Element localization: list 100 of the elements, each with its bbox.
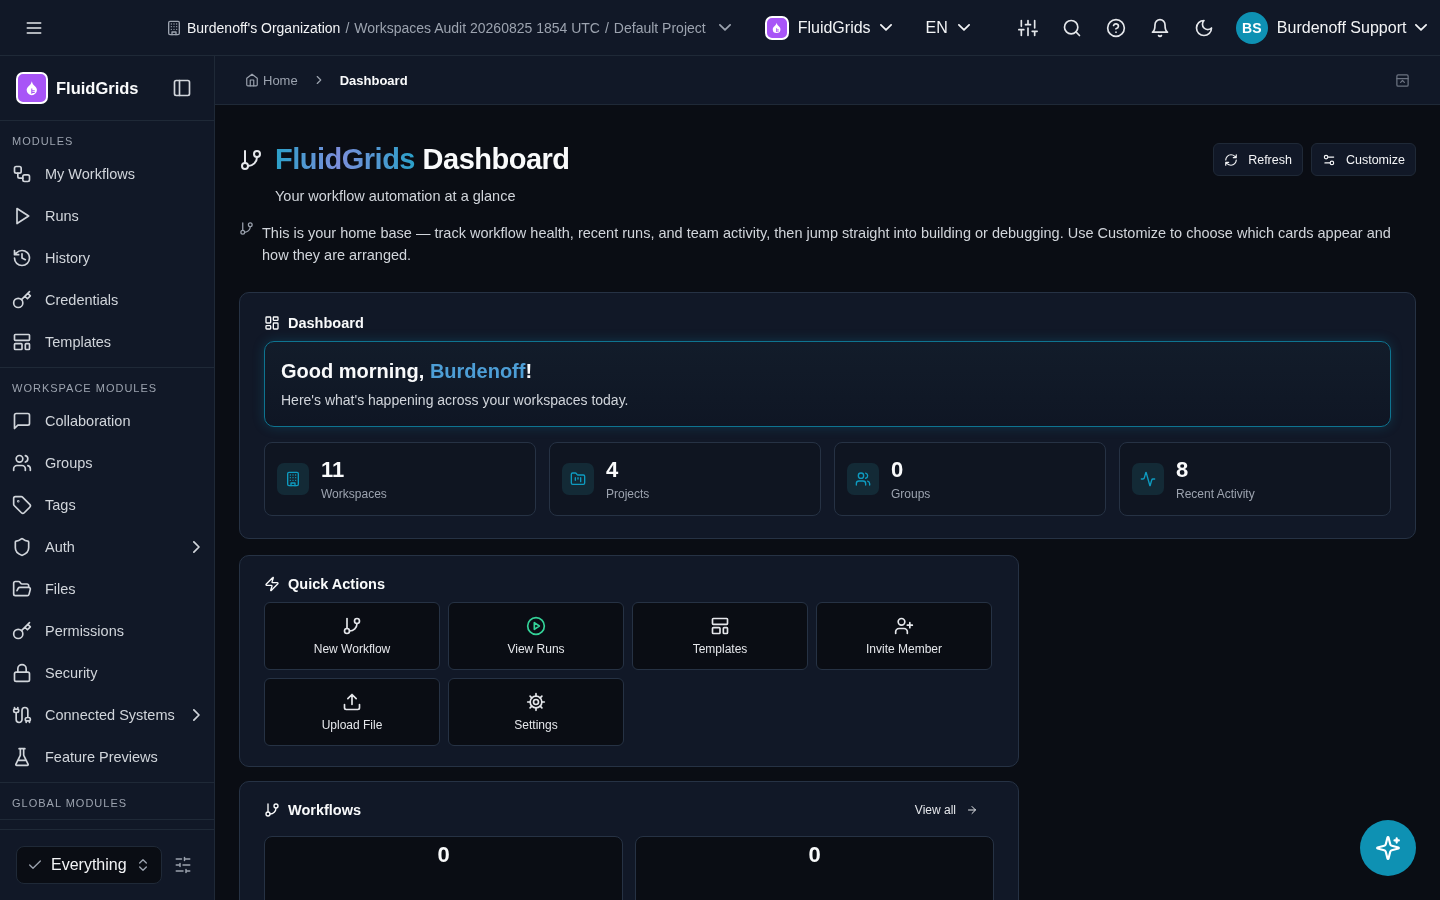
card-title: Dashboard: [288, 315, 364, 331]
activity-icon: [1140, 471, 1156, 487]
ai-assistant-button[interactable]: [1360, 820, 1416, 876]
section-title: GLOBAL MODULES: [11, 797, 129, 809]
brand-name: FluidGrids: [56, 78, 140, 98]
branch-icon: [239, 147, 263, 172]
plug-icon: [12, 705, 32, 725]
quick-action-button[interactable]: Settings: [448, 678, 624, 746]
sidebar-item[interactable]: Feature Previews: [0, 736, 214, 778]
sidebar-item[interactable]: Collaboration: [0, 400, 214, 442]
sidebar-item[interactable]: Connected Systems: [0, 694, 214, 736]
sidebar-item[interactable]: Tags: [0, 484, 214, 526]
stat-card[interactable]: 11 Workspaces: [264, 442, 536, 516]
quick-action-button[interactable]: Templates: [632, 602, 808, 670]
branch-icon: [264, 802, 280, 818]
user-menu[interactable]: BS Burdenoff Support: [1235, 11, 1428, 44]
chevron-down-icon: [1415, 24, 1428, 31]
stat-value: 11: [321, 457, 346, 483]
stat-value: 0: [808, 843, 821, 869]
stat-value: 8: [1176, 457, 1190, 483]
tag-icon: [12, 495, 32, 515]
filters-button[interactable]: [1017, 17, 1038, 38]
path-segment[interactable]: Workspaces Audit 20260825 1854 UTC: [354, 19, 600, 36]
collapse-header-button[interactable]: [1395, 72, 1410, 88]
panel-icon: [172, 78, 192, 98]
shield-icon: [12, 537, 32, 557]
sidebar-item[interactable]: Templates: [0, 321, 214, 363]
path-segment[interactable]: Default Project: [613, 19, 706, 36]
bell-icon: [1149, 17, 1170, 38]
sidebar-item[interactable]: Credentials: [0, 279, 214, 321]
workflow-icon: [12, 164, 32, 184]
stat-label: Groups: [891, 487, 931, 501]
settings-button[interactable]: [174, 856, 192, 874]
help-button[interactable]: [1105, 17, 1126, 38]
stat-value: 0: [891, 457, 905, 483]
view-all-link[interactable]: View all: [908, 802, 984, 818]
branch-icon: [239, 221, 254, 236]
sidebar-item[interactable]: My Workflows: [0, 153, 214, 195]
moon-icon: [1193, 17, 1214, 38]
layout-icon: [710, 616, 730, 636]
quick-action-button[interactable]: Upload File: [264, 678, 440, 746]
stat-card[interactable]: 8 Recent Activity: [1119, 442, 1391, 516]
brand-logo: [16, 72, 48, 104]
path-separator: /: [604, 19, 609, 36]
collapse-sidebar-button[interactable]: [172, 78, 192, 98]
sidebar-item[interactable]: Security: [0, 652, 214, 694]
card-title: Quick Actions: [288, 576, 385, 592]
refresh-button[interactable]: Refresh: [1213, 143, 1303, 176]
page-description: This is your home base — track workflow health, recent runs, and team activity, then jump straight into building or debugging. Use Customize to choose which cards appear and how they are arranged.: [262, 224, 1392, 265]
lightning-icon: [264, 576, 280, 592]
arrow-right-icon: [966, 804, 978, 816]
stat-label: Projects: [606, 487, 650, 501]
organization-name[interactable]: Burdenoff's Organization: [187, 19, 341, 36]
history-icon: [12, 248, 32, 268]
user-avatar: BS: [1235, 11, 1268, 44]
sliders-icon: [1017, 17, 1038, 38]
search-icon: [1061, 17, 1082, 38]
layout-icon: [12, 332, 32, 352]
stat-label: Workspaces: [321, 487, 387, 501]
path-dropdown-button[interactable]: [718, 24, 731, 31]
stat-card[interactable]: 4 Projects: [549, 442, 821, 516]
key-icon: [12, 290, 32, 310]
stat-label: Recent Activity: [1176, 487, 1255, 501]
upload-icon: [342, 692, 362, 712]
flask-icon: [12, 747, 32, 767]
sidebar-item[interactable]: Auth: [0, 526, 214, 568]
refresh-icon: [1224, 152, 1239, 167]
home-icon: [245, 73, 259, 87]
folder-icon: [12, 579, 32, 599]
branch-icon: [342, 616, 362, 636]
search-button[interactable]: [1061, 17, 1082, 38]
notifications-button[interactable]: [1149, 17, 1170, 38]
language-selector[interactable]: EN: [925, 18, 970, 37]
sliders-icon: [1321, 152, 1336, 167]
folder-icon: [570, 471, 586, 487]
building-icon: [285, 471, 301, 487]
stat-value: 0: [437, 843, 450, 869]
scope-selector[interactable]: Everything: [16, 846, 162, 884]
breadcrumb-link[interactable]: Dashboard: [339, 72, 408, 88]
theme-toggle[interactable]: [1193, 17, 1214, 38]
sidebar-item[interactable]: Permissions: [0, 610, 214, 652]
quick-action-button[interactable]: New Workflow: [264, 602, 440, 670]
sidebar-item[interactable]: History: [0, 237, 214, 279]
customize-button[interactable]: Customize: [1310, 143, 1416, 176]
breadcrumb-link[interactable]: Home: [245, 72, 298, 88]
path-separator: /: [345, 19, 350, 36]
settings-icon: [526, 692, 546, 712]
section-title: MODULES: [11, 135, 75, 147]
quick-action-button[interactable]: View Runs: [448, 602, 624, 670]
sidebar-item[interactable]: Files: [0, 568, 214, 610]
sidebar-item[interactable]: Groups: [0, 442, 214, 484]
lock-icon: [12, 663, 32, 683]
stat-card[interactable]: 0 Groups: [834, 442, 1106, 516]
greeting-message: Here's what's happening across your workspaces today.: [281, 392, 630, 408]
quick-action-button[interactable]: Invite Member: [816, 602, 992, 670]
app-switcher[interactable]: FluidGrids: [764, 15, 892, 40]
users-icon: [12, 453, 32, 473]
sidebar-item[interactable]: Runs: [0, 195, 214, 237]
stat-value: 4: [606, 457, 620, 483]
section-title: WORKSPACE MODULES: [11, 382, 159, 394]
